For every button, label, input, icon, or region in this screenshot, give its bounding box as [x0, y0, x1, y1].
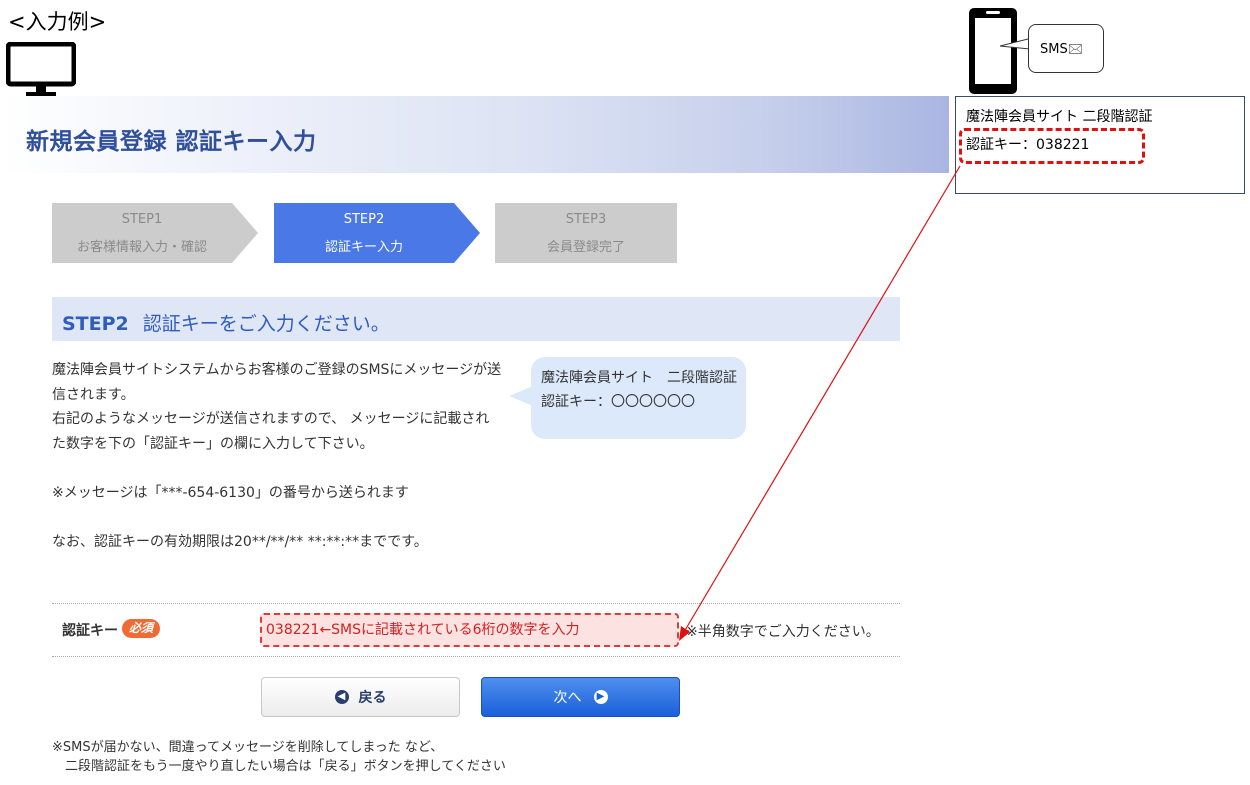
step-indicator: STEP1 お客様情報入力・確認 STEP2 認証キー入力 STEP3 会員登録…: [52, 203, 677, 263]
auth-key-input[interactable]: 038221←SMSに記載されている6桁の数字を入力: [260, 613, 679, 647]
required-badge: 必須: [122, 619, 160, 638]
step-3: STEP3 会員登録完了: [495, 203, 677, 263]
back-button[interactable]: ◀ 戻る: [261, 677, 460, 717]
next-button-label: 次へ: [553, 690, 582, 706]
step-1-name: STEP1: [122, 212, 163, 227]
auth-key-highlight: [959, 128, 1145, 164]
form-divider-bottom: [52, 656, 900, 657]
back-button-label: 戻る: [358, 690, 387, 706]
input-hint: ※半角数字でご入力ください。: [686, 624, 880, 640]
arrow-right-circle-icon: ▶: [593, 690, 608, 704]
example-label: <入力例>: [8, 10, 107, 34]
sms-message-title: 魔法陣会員サイト 二段階認証: [966, 109, 1153, 125]
footer-line: 二段階認証をもう一度やり直したい場合は「戻る」ボタンを押してください: [52, 759, 506, 774]
auth-key-label: 認証キー: [62, 623, 118, 639]
step-1: STEP1 お客様情報入力・確認: [52, 203, 258, 263]
step-3-label: 会員登録完了: [547, 240, 625, 255]
next-button[interactable]: 次へ ▶: [481, 677, 680, 717]
footer-note: ※SMSが届かない、間違ってメッセージを削除してしまった など、 二段階認証をも…: [52, 738, 506, 776]
step-2: STEP2 認証キー入力: [274, 203, 480, 263]
footer-line: ※SMSが届かない、間違ってメッセージを削除してしまった など、: [52, 740, 444, 755]
sender-number-note: ※メッセージは「***-654-6130」の番号から送られます: [52, 484, 409, 501]
bubble-line2: 認証キー：〇〇〇〇〇〇: [541, 394, 695, 410]
step-1-label: お客様情報入力・確認: [77, 239, 207, 255]
bubble-line1: 魔法陣会員サイト 二段階認証: [541, 370, 737, 386]
instruction-line: 魔法陣会員サイトシステムからお客様のご登録のSMSにメッセージが送: [52, 362, 502, 378]
section-step: STEP2: [62, 313, 129, 335]
bubble-tail: [509, 386, 533, 406]
section-title: STEP2 認証キーをご入力ください。: [62, 309, 390, 336]
instruction-line: 右記のようなメッセージが送信されますので、 メッセージに記載され: [52, 411, 490, 427]
step-2-name: STEP2: [344, 212, 385, 227]
page-title: 新規会員登録 認証キー入力: [26, 129, 317, 155]
step-3-name: STEP3: [566, 212, 607, 227]
form-divider-top: [52, 603, 900, 604]
expiry-note: なお、認証キーの有効期限は20**/**/** **:**:**までです。: [52, 533, 428, 550]
step-2-label: 認証キー入力: [325, 239, 403, 255]
sms-label: SMS🖂: [1040, 42, 1083, 57]
monitor-icon: [6, 42, 76, 98]
instruction-line: た数字を下の「認証キー」の欄に入力して下さい。: [52, 435, 374, 452]
section-heading: 認証キーをご入力ください。: [142, 313, 390, 335]
instruction-line: 信されます。: [52, 386, 135, 403]
instruction-text: 魔法陣会員サイトシステムからお客様のご登録のSMSにメッセージが送 信されます。…: [52, 358, 512, 554]
arrow-left-circle-icon: ◀: [334, 690, 349, 704]
